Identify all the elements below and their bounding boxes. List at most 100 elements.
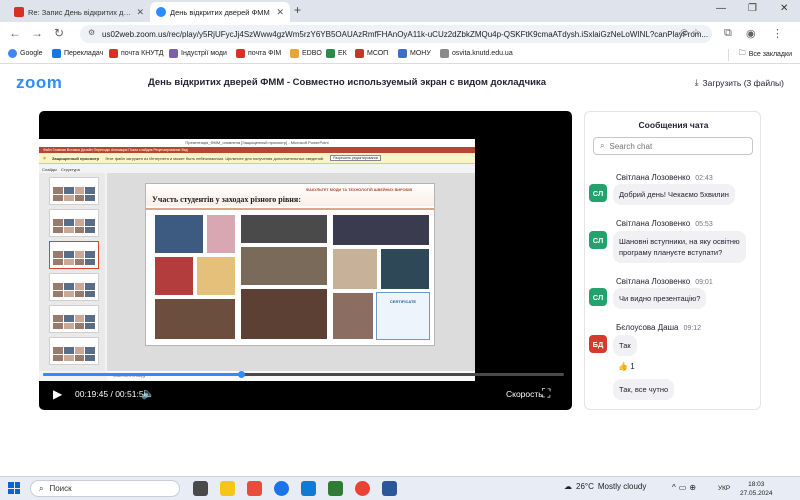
event-photo	[332, 292, 374, 340]
player-controls: ▶ 00:19:45 / 00:51:54 🔈 Скорость ⛶	[39, 381, 572, 407]
divider	[728, 49, 729, 61]
browser-toolbar: ← → ↻ ⚙ us02web.zoom.us/rec/play/y5RjUFy…	[0, 22, 800, 46]
task-view-icon[interactable]	[193, 481, 208, 496]
chat-search[interactable]: ⌕	[593, 137, 753, 155]
close-icon[interactable]: ✕	[276, 7, 284, 18]
site-icon	[169, 49, 178, 58]
address-bar[interactable]: ⚙ us02web.zoom.us/rec/play/y5RjUFycJj4Sz…	[80, 25, 712, 43]
clock[interactable]: 18:03 27.05.2024	[740, 480, 773, 498]
zoom-icon	[156, 7, 166, 17]
system-tray-icon[interactable]: ^▭⊕	[672, 483, 699, 492]
event-photo	[240, 214, 328, 244]
bookmark-fim-mail[interactable]: почта ФІМ	[236, 49, 281, 58]
search-icon: ⌕	[39, 483, 44, 493]
event-photo	[332, 248, 378, 290]
folder-icon: 🗀	[738, 50, 746, 57]
tab-title: Re: Запис День відкритих двер	[28, 7, 133, 17]
playback-time: 00:19:45 / 00:51:54	[75, 389, 149, 399]
close-icon[interactable]: ✕	[136, 7, 144, 18]
site-icon	[355, 49, 364, 58]
current-slide: ФАКУЛЬТЕТ МОДИ ТА ТЕХНОЛОГІЙ ШВЕЙНИХ ВИР…	[145, 183, 435, 346]
bookmark-msop[interactable]: МСОП	[355, 49, 388, 58]
download-icon: ⤓	[694, 77, 699, 87]
bookmark-translator[interactable]: Перекладач	[52, 49, 103, 58]
play-icon[interactable]: ▶	[53, 387, 62, 401]
reload-icon[interactable]: ↻	[52, 26, 66, 40]
slide-thumbnail-active	[49, 241, 99, 269]
fullscreen-icon[interactable]: ⛶	[542, 386, 550, 401]
app-icon[interactable]	[247, 481, 262, 496]
chat-message: Так, все чутно	[613, 379, 675, 400]
event-photo	[380, 248, 430, 290]
mail-icon	[14, 7, 24, 17]
back-icon[interactable]: ←	[8, 26, 22, 40]
bookmark-edbo[interactable]: EDBO	[290, 49, 322, 58]
taskbar-search[interactable]: ⌕ Поиск	[30, 480, 180, 497]
chat-message: Шановні вступники, на яку освітню програ…	[613, 231, 746, 263]
download-button[interactable]: ⤓ Загрузить (3 файлы)	[695, 77, 784, 88]
file-explorer-icon[interactable]	[220, 481, 235, 496]
reaction[interactable]: 👍 1	[618, 362, 635, 371]
zoom-logo[interactable]: zoom	[16, 73, 62, 93]
bookmark-google[interactable]: Google	[8, 49, 43, 58]
event-photo	[240, 246, 328, 286]
menu-icon[interactable]: ⋮	[772, 27, 783, 40]
forward-icon[interactable]: →	[30, 26, 44, 40]
search-input[interactable]	[609, 141, 740, 151]
video-player[interactable]: Презентація_ФММ_оновлена [Защищенный про…	[39, 111, 572, 410]
language-indicator[interactable]: УКР	[718, 485, 730, 492]
translate-icon	[52, 49, 61, 58]
bookmark-ek[interactable]: ЕК	[326, 49, 347, 58]
seek-bar[interactable]	[43, 371, 564, 378]
site-icon	[440, 49, 449, 58]
chrome-icon[interactable]	[355, 481, 370, 496]
site-info-icon[interactable]: ⚙	[88, 28, 95, 37]
speed-button[interactable]: Скорость	[506, 389, 543, 399]
windows-start-icon[interactable]	[8, 482, 20, 494]
maximize-icon[interactable]: ❐	[748, 3, 757, 14]
search-icon: ⌕	[600, 141, 605, 150]
chrome-icon[interactable]	[274, 481, 289, 496]
zoom-header: zoom День відкритих дверей ФММ - Совмест…	[0, 64, 800, 102]
profile-icon[interactable]: ◉	[746, 27, 756, 40]
message-header: Бєлоусова Даша 09:12	[616, 323, 701, 332]
event-photo	[154, 214, 204, 254]
bookmark-monu[interactable]: МОНУ	[398, 49, 431, 58]
message-header: Світлана Лозовенко 09:01	[616, 277, 713, 286]
chat-message: Так	[613, 335, 637, 356]
omnibox-actions-icon[interactable]: ◎☆	[680, 27, 704, 38]
avatar: БД	[589, 335, 607, 353]
event-photo	[154, 298, 236, 340]
chat-panel: Сообщения чата ⌕ Світлана Лозовенко02:43…	[584, 111, 761, 410]
all-bookmarks[interactable]: 🗀 Все закладки	[739, 49, 792, 60]
cloud-icon: ☁	[564, 482, 572, 491]
slide-thumbnail	[49, 177, 99, 205]
seek-handle[interactable]	[237, 371, 245, 378]
window-close-icon[interactable]: ✕	[780, 3, 788, 14]
event-photo	[154, 256, 194, 296]
weather-widget[interactable]: ☁ 26°C Mostly cloudy	[564, 482, 646, 491]
avatar: СЛ	[589, 288, 607, 306]
divider	[146, 208, 434, 210]
chat-message: Добрий день! Чекаємо 5хвилин	[613, 184, 735, 205]
volume-icon[interactable]: 🔈	[141, 387, 155, 400]
faculty-header: ФАКУЛЬТЕТ МОДИ ТА ТЕХНОЛОГІЙ ШВЕЙНИХ ВИР…	[306, 188, 413, 192]
word-icon[interactable]	[382, 481, 397, 496]
bookmarks-bar: Google Перекладач почта КНУТД Індустрії …	[0, 46, 800, 64]
tab-mail[interactable]: Re: Запис День відкритих двер ✕	[8, 2, 150, 22]
minimize-icon[interactable]: —	[716, 3, 726, 14]
bookmark-knutd-mail[interactable]: почта КНУТД	[109, 49, 164, 58]
ppt-window-title: Презентація_ФММ_оновлена [Защищенный про…	[39, 139, 475, 147]
bookmark-fashion-industries[interactable]: Індустрії моди	[169, 49, 227, 58]
new-tab-icon[interactable]: +	[294, 3, 301, 17]
chat-message: Чи видно презентацію?	[613, 288, 707, 309]
event-photo	[240, 288, 328, 340]
tab-zoom-recording[interactable]: День відкритих дверей ФММ ✕	[150, 2, 290, 22]
slide-thumbnails	[39, 173, 105, 371]
extensions-icon[interactable]: ⧉	[724, 27, 732, 40]
message-header: Світлана Лозовенко 05:53	[616, 219, 713, 228]
app-icon[interactable]	[328, 481, 343, 496]
edge-icon[interactable]	[301, 481, 316, 496]
bookmark-osvita[interactable]: osvita.knutd.edu.ua	[440, 49, 513, 58]
slide-thumbnail	[49, 337, 99, 365]
